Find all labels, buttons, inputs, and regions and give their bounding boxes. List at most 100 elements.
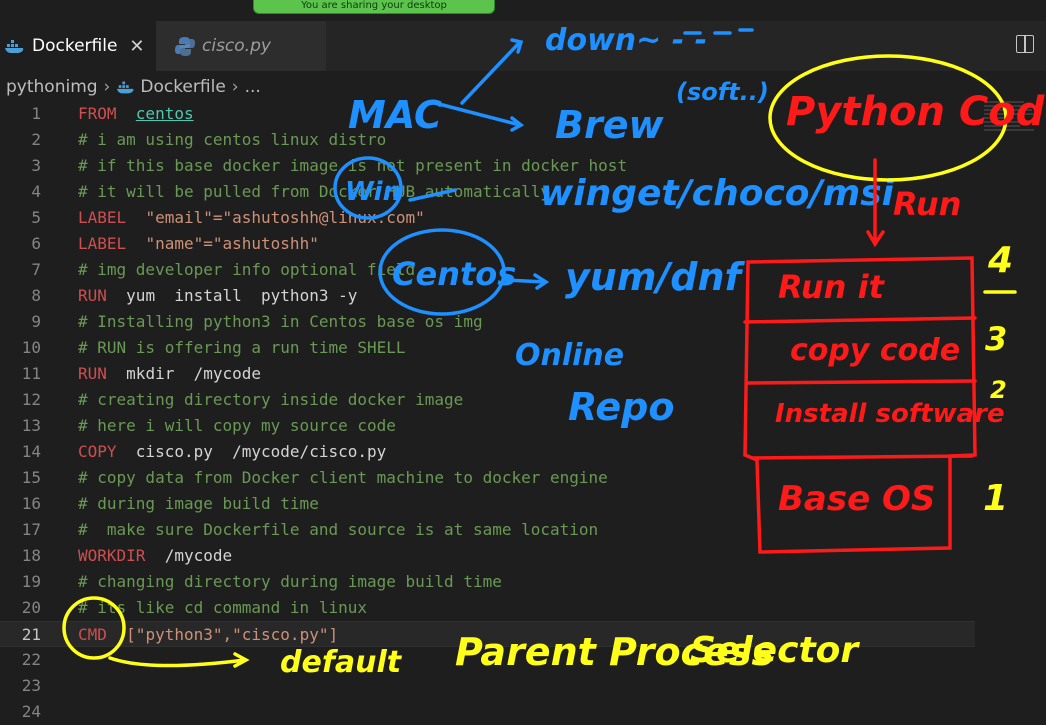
breadcrumb-file[interactable]: Dockerfile xyxy=(140,77,225,97)
code-text: # its like cd command in linux xyxy=(78,595,367,621)
instruction-args: /mycode xyxy=(164,546,233,565)
screen-share-banner[interactable]: You are sharing your desktop xyxy=(253,0,495,14)
code-line[interactable]: 1 FROM centos xyxy=(0,101,1046,127)
comment: # changing directory during image build … xyxy=(78,572,502,591)
keyword: RUN xyxy=(78,364,107,383)
code-line[interactable]: 10 # RUN is offering a run time SHELL xyxy=(0,335,1046,361)
code-text: # creating directory inside docker image xyxy=(78,387,463,413)
code-line[interactable]: 16 # during image build time xyxy=(0,491,1046,517)
close-icon[interactable]: ✕ xyxy=(129,36,144,57)
line-number: 5 xyxy=(31,208,41,227)
code-line[interactable]: 7 # img developer info optional field xyxy=(0,257,1046,283)
code-text: RUN mkdir /mycode xyxy=(78,361,261,387)
minimap-row xyxy=(984,105,1039,107)
instruction-args: cisco.py /mycode/cisco.py xyxy=(135,442,387,461)
comment: # Installing python3 in Centos base os i… xyxy=(78,312,483,331)
line-number: 19 xyxy=(21,572,41,591)
code-line[interactable]: 6 LABEL "name"="ashutoshh" xyxy=(0,231,1046,257)
keyword: WORKDIR xyxy=(78,546,146,565)
minimap-row xyxy=(984,125,1020,127)
minimap[interactable] xyxy=(984,101,1044,147)
minimap-row xyxy=(984,109,1032,111)
comment: # make sure Dockerfile and source is at … xyxy=(78,520,599,539)
line-number: 2 xyxy=(31,130,41,149)
keyword: LABEL xyxy=(78,208,127,227)
comment: # during image build time xyxy=(78,494,319,513)
line-number: 20 xyxy=(21,598,41,617)
comment: # img developer info optional field xyxy=(78,260,416,279)
code-line[interactable]: 17 # make sure Dockerfile and source is a… xyxy=(0,517,1046,543)
code-line[interactable]: 22 xyxy=(0,647,1046,673)
comment: # RUN is offering a run time SHELL xyxy=(78,338,406,357)
minimap-row xyxy=(984,129,1034,131)
code-line[interactable]: 12 # creating directory inside docker ima… xyxy=(0,387,1046,413)
docker-icon xyxy=(117,81,134,94)
code-text: RUN yum install python3 -y xyxy=(78,283,357,309)
code-text: LABEL "email"="ashutoshh@linux.com" xyxy=(78,205,425,231)
keyword: CMD xyxy=(78,625,107,644)
breadcrumb-more[interactable]: ... xyxy=(245,77,261,97)
code-text: # img developer info optional field xyxy=(78,257,415,283)
line-number: 1 xyxy=(31,104,41,123)
line-number: 15 xyxy=(21,468,41,487)
code-text: # copy data from Docker client machine t… xyxy=(78,465,608,491)
code-line[interactable]: 20 # its like cd command in linux xyxy=(0,595,1046,621)
chevron-right-icon: › xyxy=(103,77,111,97)
code-line[interactable]: 23 xyxy=(0,673,1046,699)
line-number: 16 xyxy=(21,494,41,513)
code-text: WORKDIR /mycode xyxy=(78,543,232,569)
line-number: 8 xyxy=(31,286,41,305)
keyword: FROM xyxy=(78,104,117,123)
line-number: 3 xyxy=(31,156,41,175)
code-text: # Installing python3 in Centos base os i… xyxy=(78,309,483,335)
code-line[interactable]: 13 # here i will copy my source code xyxy=(0,413,1046,439)
line-number: 21 xyxy=(21,625,41,644)
code-line[interactable]: 14 COPY cisco.py /mycode/cisco.py xyxy=(0,439,1046,465)
line-number: 24 xyxy=(21,702,41,721)
instruction-args: mkdir /mycode xyxy=(126,364,262,383)
code-text: CMD ["python3","cisco.py"] xyxy=(78,622,338,648)
code-line[interactable]: 24 xyxy=(0,699,1046,725)
code-line[interactable]: 5 LABEL "email"="ashutoshh@linux.com" xyxy=(0,205,1046,231)
code-line[interactable]: 15 # copy data from Docker client machine… xyxy=(0,465,1046,491)
keyword: RUN xyxy=(78,286,107,305)
code-text: # it will be pulled from Docker HUB auto… xyxy=(78,179,550,205)
comment: # copy data from Docker client machine t… xyxy=(78,468,608,487)
code-line[interactable]: 3 # if this base docker image is not pres… xyxy=(0,153,1046,179)
instruction-args: yum install python3 -y xyxy=(126,286,358,305)
editor-tab-bar: Dockerfile ✕ cisco.py xyxy=(0,21,1046,71)
code-text: # during image build time xyxy=(78,491,319,517)
tab-dockerfile[interactable]: Dockerfile ✕ xyxy=(0,21,156,71)
code-line[interactable]: 11 RUN mkdir /mycode xyxy=(0,361,1046,387)
line-number: 23 xyxy=(21,676,41,695)
instruction-args: "name"="ashutoshh" xyxy=(145,234,319,253)
line-number: 9 xyxy=(31,312,41,331)
instruction-args: ["python3","cisco.py"] xyxy=(126,625,339,644)
comment: # if this base docker image is not prese… xyxy=(78,156,628,175)
minimap-row xyxy=(984,121,1028,123)
code-line[interactable]: 9 # Installing python3 in Centos base os … xyxy=(0,309,1046,335)
code-line[interactable]: 4 # it will be pulled from Docker HUB aut… xyxy=(0,179,1046,205)
line-number: 10 xyxy=(21,338,41,357)
docker-icon xyxy=(5,40,24,53)
breadcrumb-folder[interactable]: pythonimg xyxy=(6,77,98,97)
split-editor-icon[interactable] xyxy=(1016,35,1034,53)
code-text: COPY cisco.py /mycode/cisco.py xyxy=(78,439,386,465)
code-text: FROM centos xyxy=(78,101,194,127)
minimap-row xyxy=(984,117,1014,119)
minimap-row xyxy=(984,113,1036,115)
comment: # creating directory inside docker image xyxy=(78,390,464,409)
code-line[interactable]: 21 CMD ["python3","cisco.py"] xyxy=(0,621,975,647)
tab-label: Dockerfile xyxy=(32,36,118,56)
tab-cisco-py[interactable]: cisco.py xyxy=(156,21,326,71)
code-editor[interactable]: 1 FROM centos 2 # i am using centos linux d… xyxy=(0,101,1046,725)
chevron-right-icon: › xyxy=(231,77,239,97)
code-line[interactable]: 19 # changing directory during image buil… xyxy=(0,569,1046,595)
code-line[interactable]: 2 # i am using centos linux distro xyxy=(0,127,1046,153)
comment: # i am using centos linux distro xyxy=(78,130,387,149)
code-line[interactable]: 18 WORKDIR /mycode xyxy=(0,543,1046,569)
code-line[interactable]: 8 RUN yum install python3 -y xyxy=(0,283,1046,309)
code-text: LABEL "name"="ashutoshh" xyxy=(78,231,319,257)
code-text: # if this base docker image is not prese… xyxy=(78,153,627,179)
tab-label: cisco.py xyxy=(202,36,271,56)
